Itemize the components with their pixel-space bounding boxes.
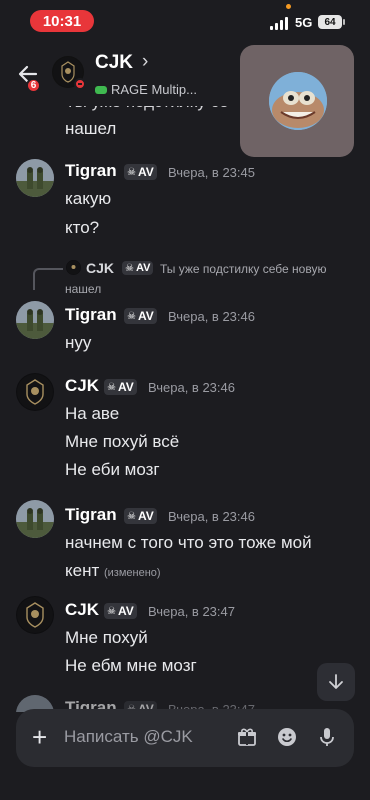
avatar[interactable] xyxy=(16,159,54,197)
message-composer: + xyxy=(16,709,354,767)
edited-label: (изменено) xyxy=(104,567,161,579)
avatar xyxy=(66,260,81,275)
clan-tag: ☠ AV xyxy=(124,508,157,524)
message-text: Не еби мозг xyxy=(65,460,160,479)
avatar[interactable] xyxy=(16,373,54,411)
pip-call-window[interactable] xyxy=(240,45,354,157)
message-text: начнем с того что это тоже мой xyxy=(65,533,312,552)
reply-preview-text[interactable]: нашел xyxy=(65,282,101,296)
message-text: Мне похуй xyxy=(65,628,148,647)
skull-icon: ☠ xyxy=(127,310,136,322)
skull-icon: ☠ xyxy=(107,381,116,393)
privacy-indicator-dot xyxy=(286,4,291,9)
message-text: кто? xyxy=(65,218,100,237)
activity-text: RAGE Multip... xyxy=(111,82,197,97)
message-author[interactable]: Tigran xyxy=(65,161,117,181)
status-bar: 10:31 5G 64 xyxy=(0,0,370,42)
message-text: На аве xyxy=(65,404,120,423)
clan-tag: ☠ AV xyxy=(104,603,137,619)
message-timestamp: Вчера, в 23:47 xyxy=(148,604,235,619)
skull-icon: ☠ xyxy=(125,262,134,274)
plus-icon[interactable]: + xyxy=(32,722,47,752)
microphone-icon[interactable] xyxy=(316,726,338,748)
message-text: Не ебм мне мозг xyxy=(65,656,197,675)
clan-tag: ☠ AV xyxy=(124,308,157,324)
avatar[interactable] xyxy=(16,596,54,634)
status-time: 10:31 xyxy=(30,10,94,32)
message-text: какую xyxy=(65,189,112,208)
message-author[interactable]: CJK xyxy=(65,376,99,396)
message-timestamp: Вчера, в 23:46 xyxy=(168,509,255,524)
unread-badge: 6 xyxy=(26,78,41,93)
avatar[interactable] xyxy=(16,500,54,538)
emoji-icon[interactable] xyxy=(276,726,298,748)
skull-icon: ☠ xyxy=(107,605,116,617)
battery-icon: 64 xyxy=(318,15,345,29)
message-author[interactable]: Tigran xyxy=(65,305,117,325)
message-input[interactable] xyxy=(64,724,234,750)
message-author[interactable]: Tigran xyxy=(65,505,117,525)
message-timestamp: Вчера, в 23:46 xyxy=(168,309,255,324)
dnd-status-icon xyxy=(74,78,86,90)
reply-connector xyxy=(33,268,63,290)
reply-preview-text[interactable]: Ты уже подстилку себе новую xyxy=(160,262,326,276)
avatar[interactable] xyxy=(16,301,54,339)
skull-icon: ☠ xyxy=(127,510,136,522)
message-text: Мне похуй всё xyxy=(65,432,180,451)
reply-author[interactable]: CJK xyxy=(86,260,114,276)
chevron-right-icon[interactable]: › xyxy=(142,51,148,73)
scroll-to-bottom-button[interactable] xyxy=(317,663,355,701)
arrow-down-icon xyxy=(329,674,343,689)
clan-tag: ☠ AV xyxy=(124,164,157,180)
clan-tag: ☠ AV xyxy=(104,379,137,395)
message-list[interactable]: Ты уже подстилку се нашел Tigran ☠AV Вче… xyxy=(0,92,370,712)
message-text: нуу xyxy=(65,333,92,352)
message-author[interactable]: CJK xyxy=(65,600,99,620)
network-label: 5G xyxy=(295,15,313,30)
chat-title[interactable]: CJK xyxy=(95,52,133,74)
signal-icon xyxy=(270,17,290,30)
message-text: нашел xyxy=(65,119,117,138)
gamepad-icon xyxy=(95,85,107,94)
activity-status: RAGE Multip... xyxy=(95,82,197,97)
message-timestamp: Вчера, в 23:45 xyxy=(168,165,255,180)
clan-tag: ☠ AV xyxy=(122,261,154,275)
message-text: кент (изменено) xyxy=(65,561,161,580)
gift-icon[interactable] xyxy=(236,726,258,748)
caller-avatar xyxy=(269,72,327,130)
message-timestamp: Вчера, в 23:46 xyxy=(148,380,235,395)
skull-icon: ☠ xyxy=(127,166,136,178)
